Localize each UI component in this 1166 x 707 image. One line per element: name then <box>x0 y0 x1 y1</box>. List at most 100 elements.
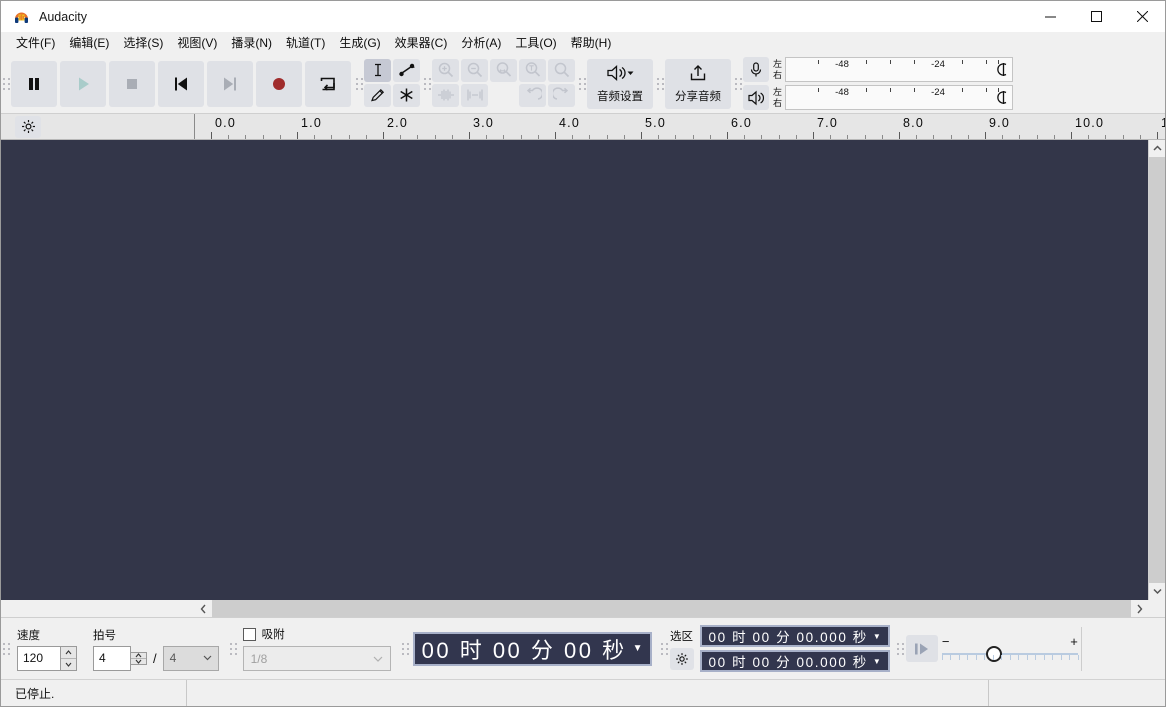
zoom-out-button[interactable] <box>461 59 488 82</box>
selection-end-caret[interactable]: ▼ <box>873 657 881 666</box>
speaker-icon[interactable] <box>743 85 769 110</box>
audio-setup-button[interactable]: 音频设置 <box>587 59 653 109</box>
fit-project-button[interactable] <box>519 59 546 82</box>
envelope-tool[interactable] <box>393 59 420 82</box>
menu-file[interactable]: 文件(F) <box>9 32 62 53</box>
timeline-left-panel <box>1 114 195 139</box>
menu-transport[interactable]: 播录(N) <box>224 32 279 53</box>
time-signature-spinner[interactable] <box>131 652 147 665</box>
draw-tool[interactable] <box>364 84 391 107</box>
speed-slider-tick <box>967 655 968 660</box>
audio-position-dropdown-caret[interactable]: ▼ <box>633 643 643 654</box>
skip-to-start-button[interactable] <box>158 61 204 107</box>
edit-toolbar-grip[interactable] <box>422 61 432 107</box>
audio-setup-grip[interactable] <box>577 61 587 107</box>
selection-start-caret[interactable]: ▼ <box>873 632 881 641</box>
playback-meter-bar[interactable]: -48 -24 <box>785 85 1013 110</box>
scroll-down-button[interactable] <box>1149 583 1165 600</box>
play-clip-indicator[interactable] <box>995 89 1010 111</box>
ruler-label: 2.0 <box>387 116 408 130</box>
loop-button[interactable] <box>305 61 351 107</box>
share-audio-button[interactable]: 分享音频 <box>665 59 731 109</box>
menu-tools[interactable]: 工具(O) <box>508 32 563 53</box>
share-audio-toolbar: 分享音频 <box>655 56 733 111</box>
redo-button[interactable] <box>548 84 575 107</box>
menu-edit[interactable]: 编辑(E) <box>62 32 116 53</box>
vertical-scrollbar[interactable] <box>1148 140 1165 600</box>
horizontal-scroll-track[interactable] <box>212 600 1131 617</box>
rec-channel-left: 左 <box>772 59 783 70</box>
time-signature-toolbar-grip[interactable] <box>1 626 11 672</box>
meter-toolbar-grip[interactable] <box>733 61 743 107</box>
transport-toolbar-grip[interactable] <box>1 61 11 107</box>
ruler-minor-tick <box>624 135 625 139</box>
ruler-minor-tick <box>916 135 917 139</box>
undo-button[interactable] <box>519 84 546 107</box>
selection-end-display[interactable]: 00 时 00 分 00.000 秒 ▼ <box>700 650 890 672</box>
vertical-scroll-track[interactable] <box>1149 157 1165 583</box>
timeline-options-gear-icon[interactable] <box>15 116 41 138</box>
selection-toolbar-grip[interactable] <box>660 626 670 672</box>
tempo-spinner[interactable] <box>61 646 77 671</box>
ruler-minor-tick <box>951 135 952 139</box>
scroll-left-button[interactable] <box>195 600 212 617</box>
selection-options-gear-icon[interactable] <box>670 648 694 670</box>
audio-position-display[interactable]: 00 时 00 分 00 秒 ▼ <box>413 632 652 666</box>
zoom-toggle-button[interactable] <box>548 59 575 82</box>
selection-label: 选区 <box>670 628 693 644</box>
scroll-up-button[interactable] <box>1149 140 1165 157</box>
snap-value-select[interactable]: 1/8 <box>243 646 391 671</box>
trim-audio-button[interactable] <box>432 84 459 107</box>
rec-clip-indicator[interactable] <box>995 61 1010 83</box>
menu-effect[interactable]: 效果器(C) <box>388 32 455 53</box>
menu-analyze[interactable]: 分析(A) <box>454 32 508 53</box>
timesig-spin-down[interactable] <box>131 659 146 664</box>
skip-to-end-button[interactable] <box>207 61 253 107</box>
close-button[interactable] <box>1119 1 1165 32</box>
menu-select[interactable]: 选择(S) <box>116 32 170 53</box>
play-speed-toolbar-grip[interactable] <box>896 626 906 672</box>
silence-audio-button[interactable] <box>461 84 488 107</box>
recording-meter-bar[interactable]: -48 -24 <box>785 57 1013 82</box>
playback-meter[interactable]: 左 右 -48 -24 <box>743 85 1013 110</box>
stop-button[interactable] <box>109 61 155 107</box>
tempo-spin-down[interactable] <box>61 659 76 670</box>
menu-help[interactable]: 帮助(H) <box>564 32 619 53</box>
ruler-major-tick <box>813 132 814 139</box>
track-panel[interactable] <box>1 140 1148 600</box>
minimize-button[interactable] <box>1027 1 1073 32</box>
play-button[interactable] <box>60 61 106 107</box>
time-signature-lower-select[interactable]: 4 <box>163 646 219 671</box>
play-at-speed-toolbar: − + <box>906 634 1078 664</box>
play-at-speed-button[interactable] <box>906 635 938 662</box>
ruler-minor-tick <box>572 135 573 139</box>
pause-button[interactable] <box>11 61 57 107</box>
play-speed-slider[interactable]: − + <box>942 634 1078 664</box>
scroll-right-button[interactable] <box>1131 600 1148 617</box>
tempo-spin-up[interactable] <box>61 647 76 659</box>
timeline-ruler[interactable]: 0.01.02.03.04.05.06.07.08.09.010.011.0 <box>195 114 1165 139</box>
snap-checkbox[interactable] <box>243 628 256 641</box>
tempo-input[interactable] <box>17 646 61 671</box>
maximize-button[interactable] <box>1073 1 1119 32</box>
record-button[interactable] <box>256 61 302 107</box>
edit-toolbar <box>422 56 577 111</box>
time-toolbar-grip[interactable] <box>401 626 411 672</box>
selection-start-display[interactable]: 00 时 00 分 00.000 秒 ▼ <box>700 625 890 647</box>
selection-tool[interactable] <box>364 59 391 82</box>
ruler-major-tick <box>469 132 470 139</box>
zoom-in-button[interactable] <box>432 59 459 82</box>
recording-meter[interactable]: 左 右 -48 -24 <box>743 57 1013 82</box>
microphone-icon[interactable] <box>743 57 769 82</box>
share-audio-grip[interactable] <box>655 61 665 107</box>
menu-view[interactable]: 视图(V) <box>170 32 224 53</box>
tools-toolbar-grip[interactable] <box>354 61 364 107</box>
time-signature-upper-input[interactable] <box>93 646 131 671</box>
menu-tracks[interactable]: 轨道(T) <box>279 32 332 53</box>
snapping-toolbar-grip[interactable] <box>229 626 239 672</box>
status-message: 已停止. <box>1 680 187 706</box>
menu-generate[interactable]: 生成(G) <box>332 32 387 53</box>
fit-selection-button[interactable] <box>490 59 517 82</box>
ruler-minor-tick <box>1140 135 1141 139</box>
multi-tool[interactable] <box>393 84 420 107</box>
